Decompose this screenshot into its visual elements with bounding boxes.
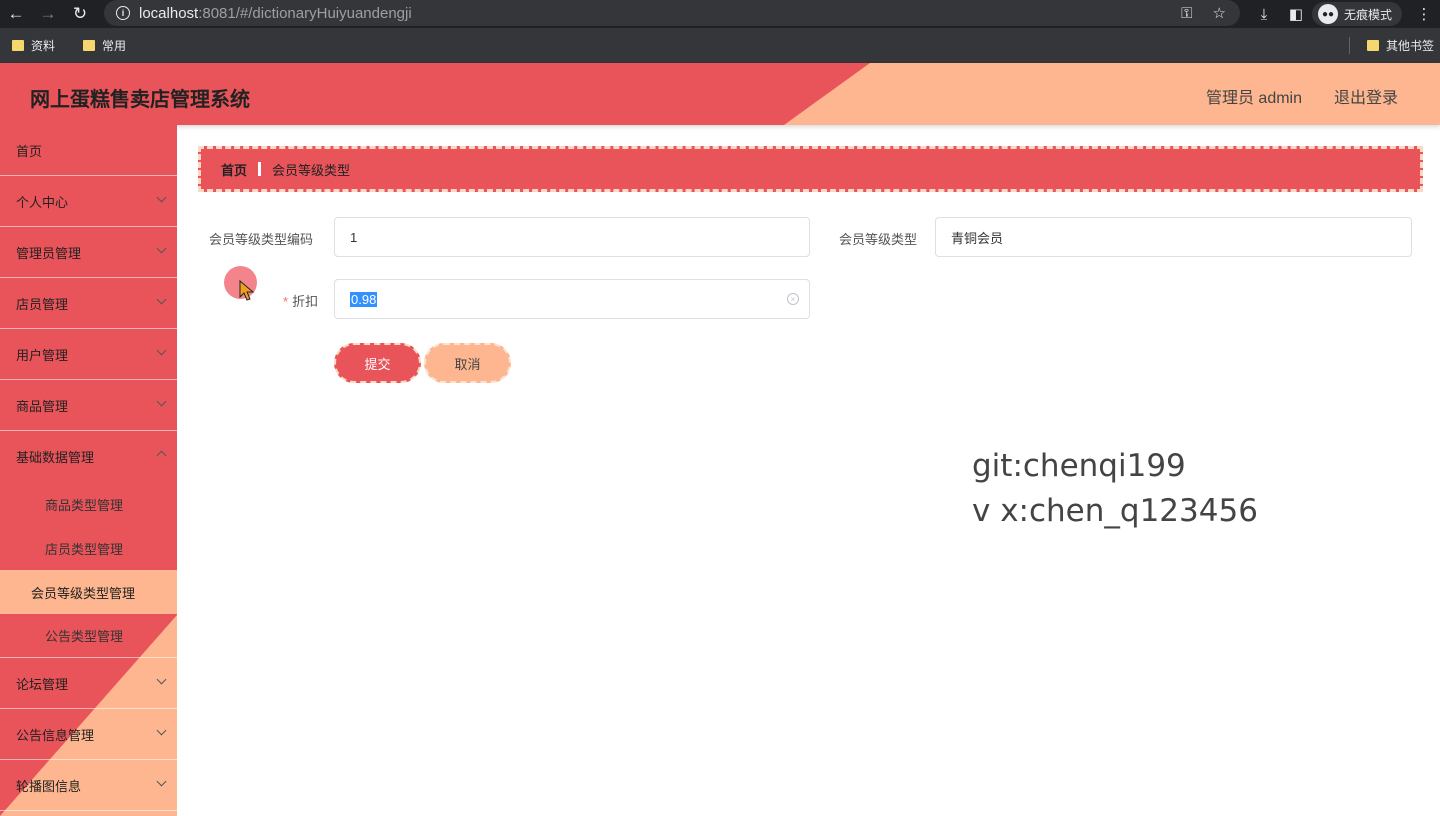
bookmarks-bar: 资料 常用 其他书签 <box>0 28 1440 63</box>
discount-input[interactable]: 0.98 × <box>334 279 810 319</box>
breadcrumb-home[interactable]: 首页 <box>221 160 247 179</box>
chevron-down-icon <box>156 345 167 356</box>
chevron-down-icon <box>156 776 167 787</box>
sidebar-item-profile[interactable]: 个人中心 <box>0 176 177 227</box>
code-value: 1 <box>350 229 358 245</box>
breadcrumb: 首页 会员等级类型 <box>198 146 1423 192</box>
incognito-label: 无痕模式 <box>1343 7 1392 22</box>
required-marker: * <box>283 294 289 309</box>
chevron-down-icon <box>156 674 167 685</box>
mouse-cursor-icon <box>239 280 255 301</box>
sidebar-item-products[interactable]: 商品管理 <box>0 380 177 431</box>
url-host: localhost <box>139 4 199 22</box>
folder-icon <box>1366 40 1379 51</box>
other-bookmarks-label: 其他书签 <box>1385 39 1434 53</box>
bookmark-label: 资料 <box>31 39 56 53</box>
sidebar-subitem-product-types[interactable]: 商品类型管理 <box>0 482 177 526</box>
watermark-line-1: git:chenqi199 <box>972 448 1186 484</box>
submit-button[interactable]: 提交 <box>334 343 421 383</box>
url-text[interactable]: localhost:8081/#/dictionaryHuiyuandengji <box>139 5 412 22</box>
clear-icon[interactable]: × <box>787 293 799 305</box>
logout-link[interactable]: 退出登录 <box>1334 84 1398 108</box>
sidebar-item-label: 论坛管理 <box>16 676 69 692</box>
type-input[interactable]: 青铜会员 <box>935 217 1412 257</box>
cancel-button[interactable]: 取消 <box>424 343 511 383</box>
sidebar-subitem-member-levels[interactable]: 会员等级类型管理 <box>0 570 177 614</box>
sidepanel-icon[interactable]: ◧ <box>1280 5 1312 23</box>
discount-value: 0.98 <box>350 291 378 307</box>
other-bookmarks[interactable]: 其他书签 <box>1366 28 1434 63</box>
download-icon[interactable]: ⤓ <box>1248 6 1280 23</box>
chevron-up-icon <box>156 450 167 461</box>
sidebar-item-label: 店员管理 <box>16 296 69 312</box>
sidebar-item-admins[interactable]: 管理员管理 <box>0 227 177 278</box>
watermark-line-2: v x:chen_q123456 <box>972 493 1258 529</box>
incognito-badge[interactable]: ●● 无痕模式 <box>1311 2 1402 26</box>
sidebar-item-notices[interactable]: 公告信息管理 <box>0 709 177 760</box>
sidebar-menu: 首页 个人中心 管理员管理 店员管理 用户管理 商品管理 基础数据管理 商品类型… <box>0 125 177 811</box>
code-input[interactable]: 1 <box>334 217 810 257</box>
app-title: 网上蛋糕售卖店管理系统 <box>30 89 250 111</box>
sidebar-subitem-notice-types[interactable]: 公告类型管理 <box>0 614 177 658</box>
sidebar-item-label: 首页 <box>16 143 43 159</box>
sidebar-item-base-data[interactable]: 基础数据管理 <box>0 431 177 482</box>
chevron-down-icon <box>156 294 167 305</box>
sidebar-item-label: 用户管理 <box>16 347 69 363</box>
bookmark-folder[interactable]: 常用 <box>83 37 126 54</box>
chevron-down-icon <box>156 396 167 407</box>
folder-icon <box>12 40 24 51</box>
app-header: 网上蛋糕售卖店管理系统 管理员 admin 退出登录 <box>0 63 1440 125</box>
breadcrumb-separator <box>258 162 262 176</box>
sidebar-item-clerks[interactable]: 店员管理 <box>0 278 177 329</box>
address-bar[interactable]: i localhost:8081/#/dictionaryHuiyuandeng… <box>104 0 1240 26</box>
sidebar: 首页 个人中心 管理员管理 店员管理 用户管理 商品管理 基础数据管理 商品类型… <box>0 125 177 816</box>
chevron-down-icon <box>156 243 167 254</box>
sidebar-item-label: 商品管理 <box>16 398 69 414</box>
sidebar-item-label: 公告信息管理 <box>16 727 95 743</box>
sidebar-item-carousel[interactable]: 轮播图信息 <box>0 760 177 811</box>
chevron-down-icon <box>156 725 167 736</box>
menu-dots-icon[interactable]: ⋮ <box>1408 5 1440 23</box>
forward-icon[interactable]: → <box>32 0 64 28</box>
chevron-down-icon <box>156 192 167 203</box>
type-label: 会员等级类型 <box>839 232 918 247</box>
sidebar-subitem-clerk-types[interactable]: 店员类型管理 <box>0 526 177 570</box>
bookmark-folder[interactable]: 资料 <box>12 37 55 54</box>
discount-label: * 折扣 <box>283 291 318 310</box>
sidebar-item-label: 管理员管理 <box>16 245 82 261</box>
breadcrumb-current: 会员等级类型 <box>272 162 351 178</box>
discount-label-text: 折扣 <box>292 294 319 309</box>
sidebar-item-home[interactable]: 首页 <box>0 125 177 176</box>
folder-icon <box>83 40 96 51</box>
url-path: :8081/#/dictionaryHuiyuandengji <box>198 4 412 22</box>
sidebar-item-users[interactable]: 用户管理 <box>0 329 177 380</box>
current-user: 管理员 admin <box>1205 90 1302 107</box>
code-label: 会员等级类型编码 <box>209 232 314 247</box>
bookmark-label: 常用 <box>102 39 127 53</box>
key-icon[interactable]: ⚿ <box>1181 5 1192 22</box>
sidebar-item-label: 基础数据管理 <box>16 450 95 465</box>
browser-toolbar: ← → ↻ i localhost:8081/#/dictionaryHuiyu… <box>0 0 1440 28</box>
reload-icon[interactable]: ↻ <box>64 0 96 28</box>
back-icon[interactable]: ← <box>0 0 32 28</box>
sidebar-item-label: 轮播图信息 <box>16 778 82 794</box>
star-icon[interactable]: ☆ <box>1213 4 1226 22</box>
sidebar-item-forum[interactable]: 论坛管理 <box>0 658 177 709</box>
sidebar-item-label: 个人中心 <box>16 194 69 210</box>
type-value: 青铜会员 <box>951 230 1004 246</box>
incognito-icon: ●● <box>1317 4 1338 24</box>
bookmark-divider <box>1349 37 1350 54</box>
info-icon[interactable]: i <box>116 6 130 20</box>
